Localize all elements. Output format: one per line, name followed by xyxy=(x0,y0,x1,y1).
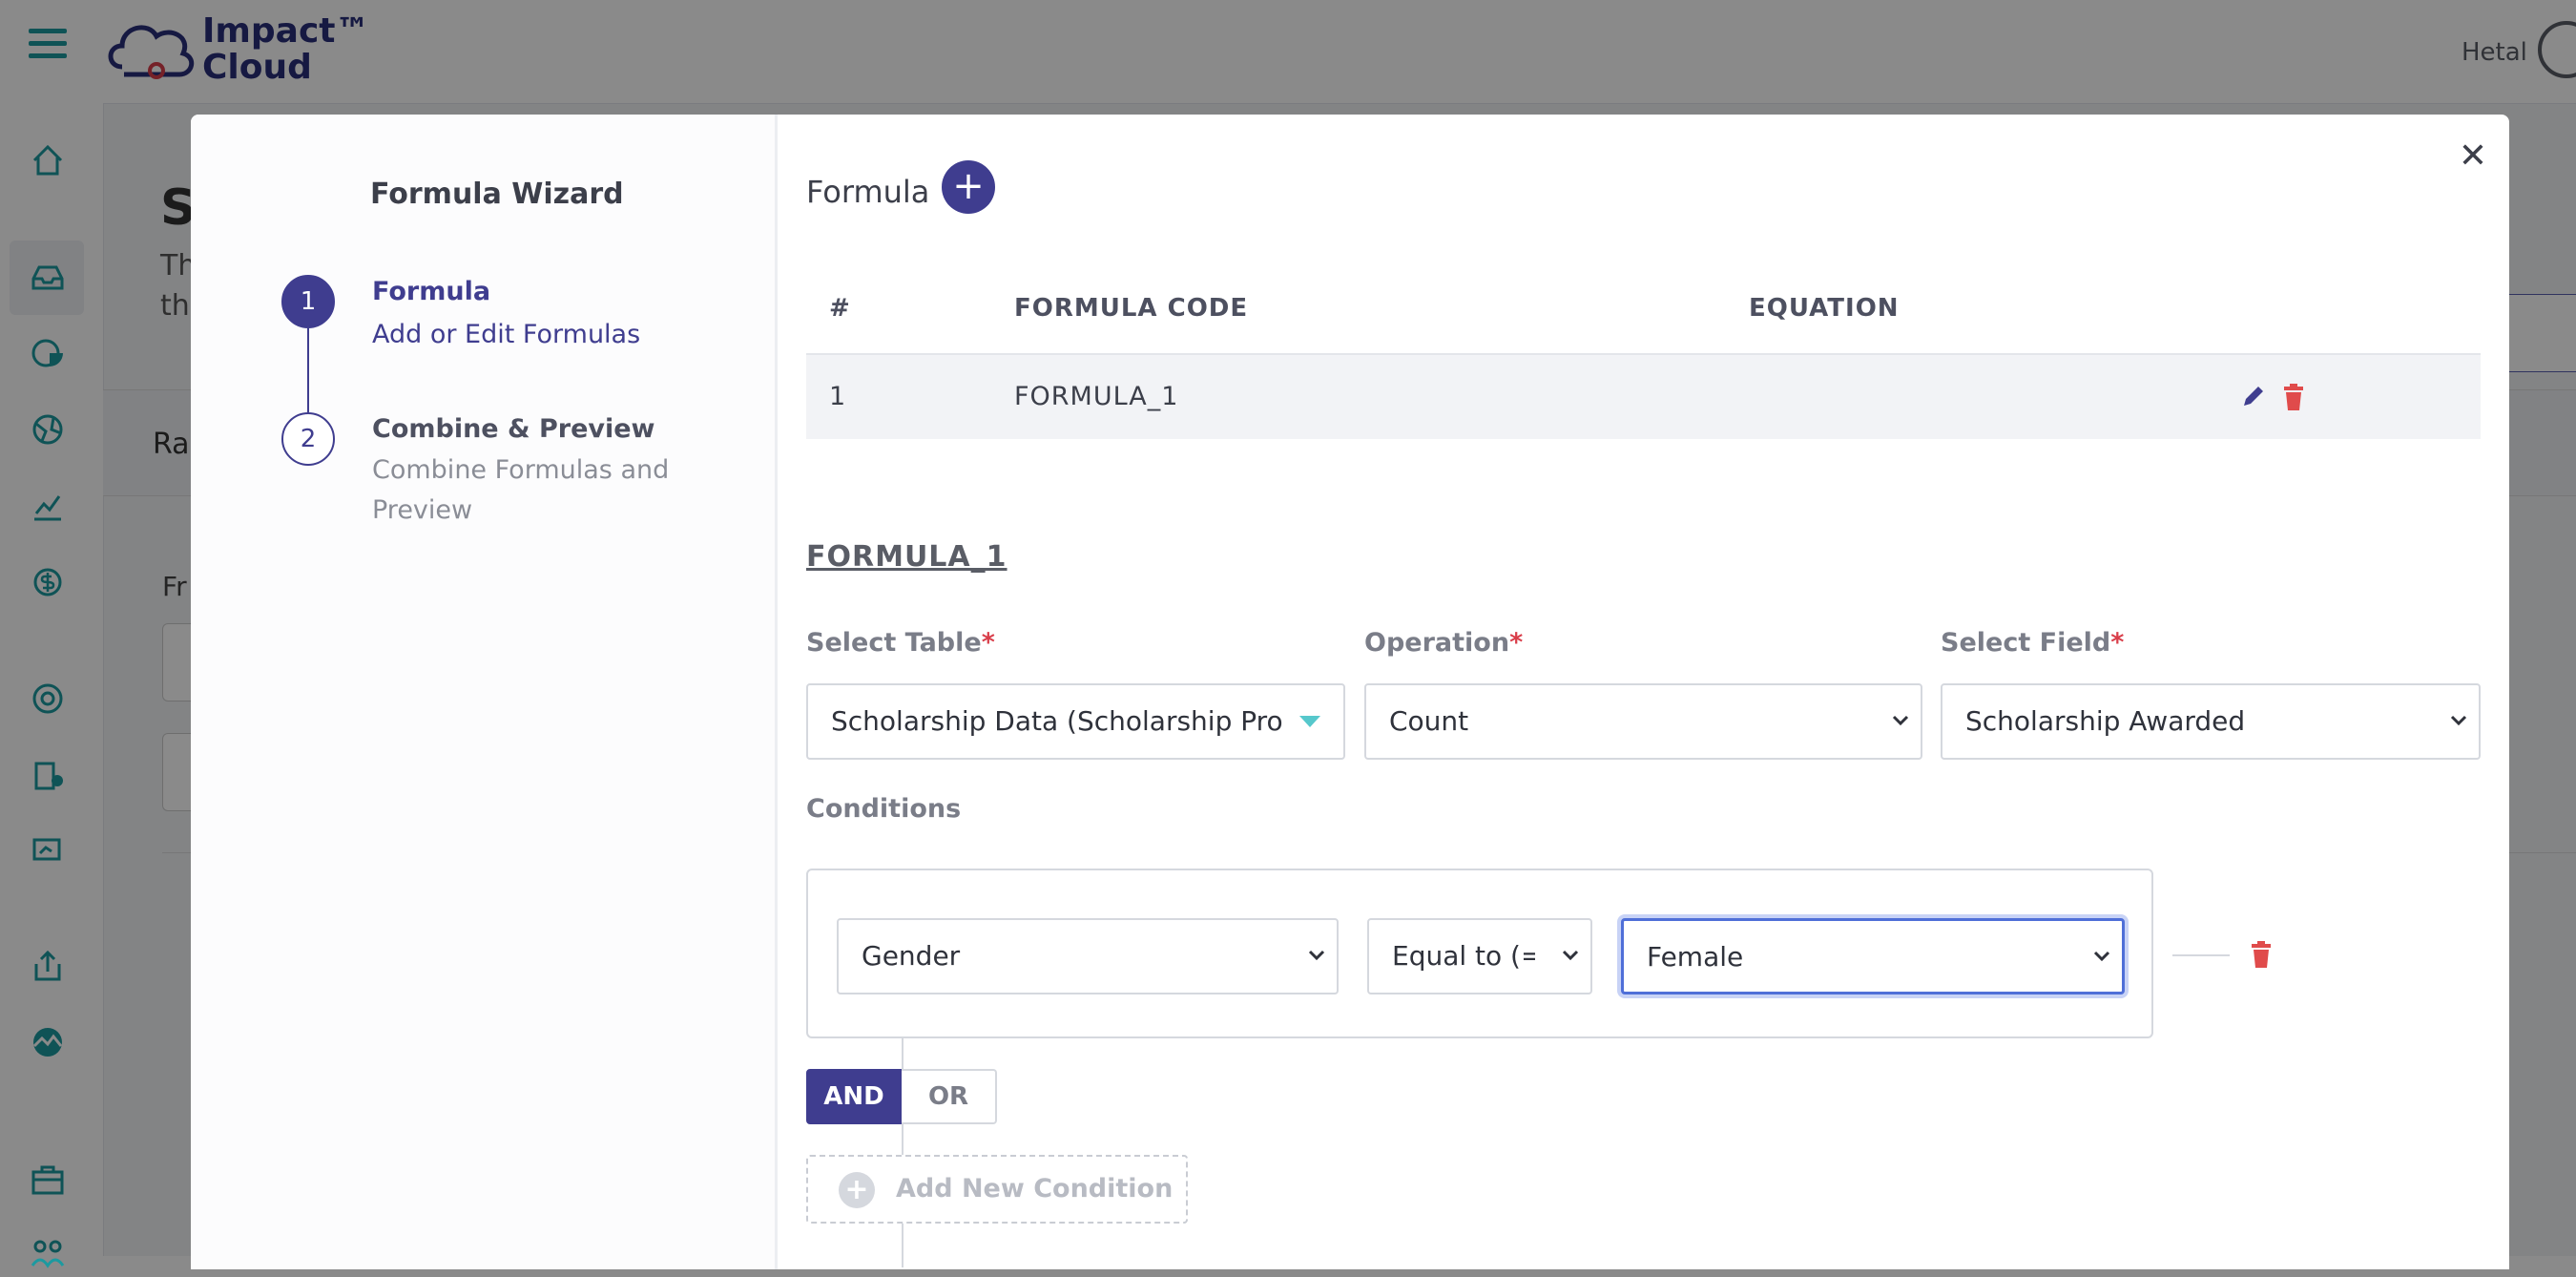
select-field-dropdown[interactable]: Scholarship Awarded xyxy=(1941,683,2481,760)
active-formula-code: FORMULA_1 xyxy=(806,540,1008,574)
select-table-label: Select Table* xyxy=(806,628,995,658)
select-table-value: Scholarship Data (Scholarship Pro xyxy=(831,705,1283,737)
condition-operator-dropdown[interactable]: Equal to (=) xyxy=(1367,918,1592,994)
condition-field-value: Gender xyxy=(862,940,961,972)
and-button[interactable]: AND xyxy=(806,1069,902,1124)
delete-trash-icon[interactable] xyxy=(2279,382,2308,412)
wizard-title: Formula Wizard xyxy=(370,178,624,211)
edit-pencil-icon[interactable] xyxy=(2239,382,2268,412)
chevron-down-icon xyxy=(2093,951,2110,962)
step-1-number[interactable]: 1 xyxy=(281,275,335,328)
step-2-number[interactable]: 2 xyxy=(281,412,335,466)
table-header: # FORMULA CODE EQUATION xyxy=(806,277,2481,355)
row-index: 1 xyxy=(829,382,847,411)
step-1-subtitle: Add or Edit Formulas xyxy=(372,320,641,349)
formula-section-title: Formula xyxy=(806,174,930,210)
conditions-label: Conditions xyxy=(806,794,962,824)
step-1-title[interactable]: Formula xyxy=(372,277,490,306)
step-connector xyxy=(307,328,309,412)
add-formula-button[interactable]: + xyxy=(942,160,995,214)
wizard-steps-panel: Formula Wizard 1 Formula Add or Edit For… xyxy=(191,115,778,1269)
column-header-equation: EQUATION xyxy=(1749,294,1900,323)
select-table-dropdown[interactable]: Scholarship Data (Scholarship Pro xyxy=(806,683,1345,760)
step-2-title[interactable]: Combine & Preview xyxy=(372,414,655,444)
row-formula-code: FORMULA_1 xyxy=(1014,382,1179,411)
operation-dropdown[interactable]: Count xyxy=(1364,683,1922,760)
condition-connector xyxy=(2172,954,2230,956)
chevron-down-icon xyxy=(2450,715,2467,726)
or-button[interactable]: OR xyxy=(902,1069,997,1124)
step-2-subtitle: Combine Formulas and Preview xyxy=(372,455,670,525)
caret-down-icon xyxy=(1299,716,1320,727)
operation-value: Count xyxy=(1389,705,1469,737)
condition-value-dropdown[interactable]: Female xyxy=(1621,918,2125,994)
operation-label: Operation* xyxy=(1364,628,1524,658)
condition-value-value: Female xyxy=(1647,941,1744,973)
plus-circle-icon: + xyxy=(839,1172,875,1208)
formula-editor: Formula + # FORMULA CODE EQUATION 1 FORM… xyxy=(806,115,2481,1269)
delete-condition-icon[interactable] xyxy=(2247,939,2275,970)
column-header-index: # xyxy=(829,294,851,323)
column-header-formula-code: FORMULA CODE xyxy=(1014,294,1249,323)
select-field-value: Scholarship Awarded xyxy=(1965,705,2246,737)
condition-operator-value: Equal to (=) xyxy=(1392,940,1535,972)
chevron-down-icon xyxy=(1308,950,1325,961)
select-field-label: Select Field* xyxy=(1941,628,2125,658)
chevron-down-icon xyxy=(1562,947,1579,964)
add-new-condition-button[interactable]: + Add New Condition xyxy=(806,1155,1188,1224)
chevron-down-icon xyxy=(1892,715,1909,726)
formula-wizard-modal: Formula Wizard 1 Formula Add or Edit For… xyxy=(191,115,2509,1269)
condition-field-dropdown[interactable]: Gender xyxy=(837,918,1339,994)
table-row[interactable]: 1 FORMULA_1 xyxy=(806,355,2481,439)
formula-table: # FORMULA CODE EQUATION 1 FORMULA_1 xyxy=(806,277,2481,439)
add-new-condition-label: Add New Condition xyxy=(896,1174,1174,1204)
